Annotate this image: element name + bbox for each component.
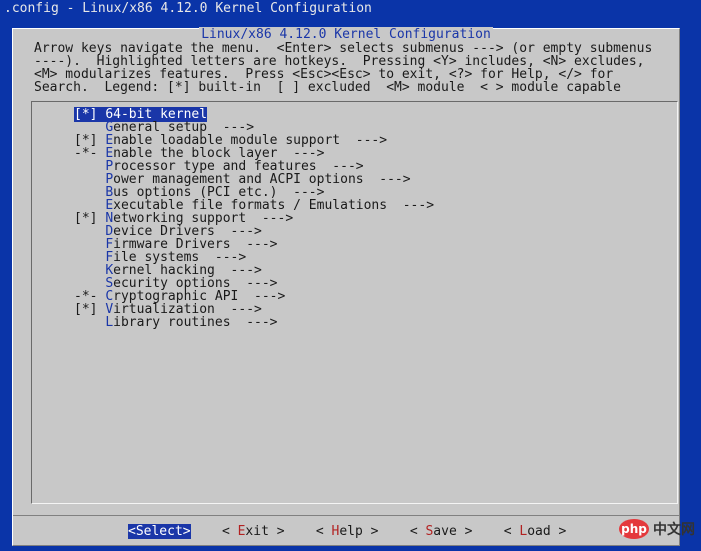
php-logo-badge: php — [619, 519, 649, 539]
save-button[interactable]: < Save > — [410, 524, 473, 539]
button-label: xit > — [245, 524, 285, 539]
button-bracket: < — [503, 524, 520, 539]
button-bar: <Select> < Exit > < Help > < Save > < Lo… — [128, 524, 566, 539]
menu-item-text: ibrary routines ---> — [113, 315, 278, 330]
button-separator — [13, 515, 679, 516]
menu-item[interactable]: Library routines ---> — [74, 316, 434, 329]
button-bracket: < — [409, 524, 426, 539]
button-gap — [379, 524, 410, 539]
button-hotkey: S — [135, 524, 144, 539]
button-label: elp > — [339, 524, 379, 539]
button-label: elect> — [143, 524, 191, 539]
watermark-logo: php 中文网 — [619, 519, 695, 539]
button-label: oad > — [527, 524, 567, 539]
help-text: Arrow keys navigate the menu. <Enter> se… — [34, 42, 652, 94]
button-bracket: < — [221, 524, 238, 539]
dialog-title: Linux/x86 4.12.0 Kernel Configuration — [13, 27, 679, 42]
menu-item-label: Library routines ---> — [105, 315, 277, 330]
kernel-config-screen: .config - Linux/x86 4.12.0 Kernel Config… — [0, 0, 701, 551]
dialog-title-text: Linux/x86 4.12.0 Kernel Configuration — [199, 27, 493, 42]
menu-list: [*] 64-bit kernel General setup ---> [*] … — [74, 107, 434, 329]
load-button[interactable]: < Load > — [504, 524, 567, 539]
menu-item-hotkey: L — [105, 315, 114, 330]
exit-button[interactable]: < Exit > — [222, 524, 285, 539]
menu-item-state — [74, 315, 105, 330]
help-line: Search. Legend: [*] built-in [ ] exclude… — [34, 80, 621, 95]
button-label: ave > — [433, 524, 473, 539]
button-gap — [285, 524, 316, 539]
watermark-text: 中文网 — [653, 522, 695, 538]
help-button[interactable]: < Help > — [316, 524, 379, 539]
button-gap — [472, 524, 503, 539]
select-button[interactable]: <Select> — [128, 524, 191, 539]
window-title: .config - Linux/x86 4.12.0 Kernel Config… — [4, 1, 372, 16]
button-gap — [191, 524, 222, 539]
button-bracket: < — [128, 524, 136, 539]
button-bracket: < — [315, 524, 332, 539]
config-dialog: Linux/x86 4.12.0 Kernel Configuration Ar… — [12, 27, 680, 546]
